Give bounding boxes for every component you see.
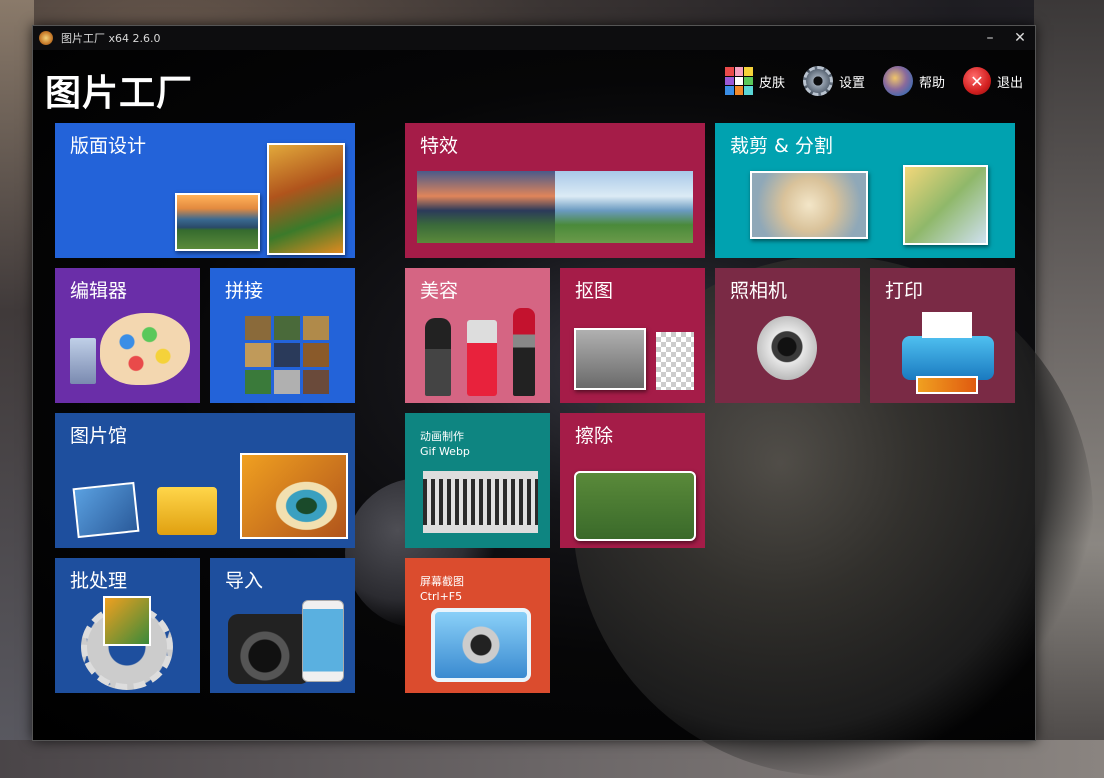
tile-camera[interactable]: 照相机 bbox=[715, 268, 860, 403]
film-strip-icon bbox=[423, 471, 538, 533]
tile-label: 抠图 bbox=[575, 280, 614, 302]
photo-folder-icon bbox=[157, 487, 217, 535]
title-bar[interactable]: 图片工厂 x64 2.6.0 – ✕ bbox=[33, 26, 1035, 50]
phone-icon bbox=[302, 600, 344, 682]
tile-beauty[interactable]: 美容 bbox=[405, 268, 550, 403]
tile-crop-split[interactable]: 裁剪 & 分割 bbox=[715, 123, 1015, 258]
tile-editor[interactable]: 编辑器 bbox=[55, 268, 200, 403]
dslr-camera-icon bbox=[228, 614, 310, 684]
desktop-background-left bbox=[0, 0, 34, 778]
window-title: 图片工厂 x64 2.6.0 bbox=[61, 32, 161, 45]
effect-after-image bbox=[555, 171, 693, 243]
app-window: 图片工厂 x64 2.6.0 – ✕ 图片工厂 皮肤 设置 帮助 ✕ 退出 版面… bbox=[32, 25, 1093, 776]
tile-gallery[interactable]: 图片馆 bbox=[55, 413, 355, 548]
transparent-cutout-icon bbox=[656, 332, 694, 390]
top-nav: 皮肤 设置 帮助 ✕ 退出 bbox=[724, 66, 1023, 96]
exit-label: 退出 bbox=[996, 75, 1023, 91]
effect-before-image bbox=[417, 171, 555, 243]
tile-layout-design[interactable]: 版面设计 bbox=[55, 123, 355, 258]
tile-sublabel: Gif Webp bbox=[420, 445, 470, 458]
collage-photo-icon bbox=[175, 193, 260, 251]
split-grid-icon bbox=[903, 165, 988, 245]
soccer-photo-icon bbox=[574, 328, 646, 390]
skin-button[interactable]: 皮肤 bbox=[724, 66, 785, 96]
tile-label: 擦除 bbox=[575, 425, 614, 447]
tile-animation[interactable]: 动画制作 Gif Webp bbox=[405, 413, 550, 548]
tile-effects[interactable]: 特效 bbox=[405, 123, 705, 258]
app-title: 图片工厂 bbox=[45, 73, 194, 114]
app-icon bbox=[39, 31, 53, 45]
tile-label: 特效 bbox=[420, 135, 459, 157]
tile-label: 屏幕截图 bbox=[420, 575, 464, 588]
printer-paper-icon bbox=[922, 312, 972, 338]
minimize-button[interactable]: – bbox=[975, 26, 1005, 50]
deer-photo-icon bbox=[574, 471, 696, 541]
nail-polish-icon bbox=[467, 320, 497, 396]
makeup-brush-icon bbox=[425, 318, 451, 396]
tile-label: 照相机 bbox=[730, 280, 788, 302]
tile-label: 图片馆 bbox=[70, 425, 128, 447]
printed-photo-icon bbox=[916, 376, 978, 394]
lipstick-icon bbox=[513, 308, 535, 396]
tile-label: 版面设计 bbox=[70, 135, 147, 157]
photo-camera-icon bbox=[72, 481, 140, 539]
settings-button[interactable]: 设置 bbox=[802, 66, 865, 96]
tile-label: 打印 bbox=[885, 280, 924, 302]
tile-label: 动画制作 bbox=[420, 430, 464, 443]
help-icon bbox=[882, 66, 913, 96]
palette-grid-icon bbox=[724, 67, 753, 95]
tile-label: 批处理 bbox=[70, 570, 128, 592]
close-button[interactable]: ✕ bbox=[1005, 26, 1035, 50]
tile-screenshot[interactable]: 屏幕截图 Ctrl+F5 bbox=[405, 558, 550, 693]
exit-icon: ✕ bbox=[962, 67, 991, 95]
tile-erase[interactable]: 擦除 bbox=[560, 413, 705, 548]
skin-label: 皮肤 bbox=[758, 75, 785, 91]
help-button[interactable]: 帮助 bbox=[882, 66, 945, 96]
tile-label: 编辑器 bbox=[70, 280, 128, 302]
stitch-grid-icon bbox=[245, 316, 329, 394]
tile-print[interactable]: 打印 bbox=[870, 268, 1015, 403]
tile-cutout[interactable]: 抠图 bbox=[560, 268, 705, 403]
settings-label: 设置 bbox=[838, 75, 865, 91]
screenshot-icon bbox=[431, 608, 531, 682]
help-label: 帮助 bbox=[918, 75, 945, 91]
exit-button[interactable]: ✕ 退出 bbox=[962, 66, 1023, 96]
puppies-photo-icon bbox=[750, 171, 868, 239]
tile-label: 裁剪 & 分割 bbox=[730, 135, 833, 157]
batch-photos-icon bbox=[103, 596, 151, 646]
gallery-eye-icon bbox=[240, 453, 348, 539]
palette-icon bbox=[100, 313, 190, 385]
tile-stitch[interactable]: 拼接 bbox=[210, 268, 355, 403]
tile-label: 导入 bbox=[225, 570, 264, 592]
webcam-icon bbox=[757, 316, 817, 380]
tile-sublabel: Ctrl+F5 bbox=[420, 590, 463, 603]
brush-cup-icon bbox=[70, 338, 96, 384]
tile-import[interactable]: 导入 bbox=[210, 558, 355, 693]
gear-icon bbox=[802, 66, 833, 96]
tile-label: 美容 bbox=[420, 280, 459, 302]
collage-photo-icon bbox=[267, 143, 345, 255]
tile-label: 拼接 bbox=[225, 280, 264, 302]
tile-batch[interactable]: 批处理 bbox=[55, 558, 200, 693]
printer-icon bbox=[902, 336, 994, 380]
